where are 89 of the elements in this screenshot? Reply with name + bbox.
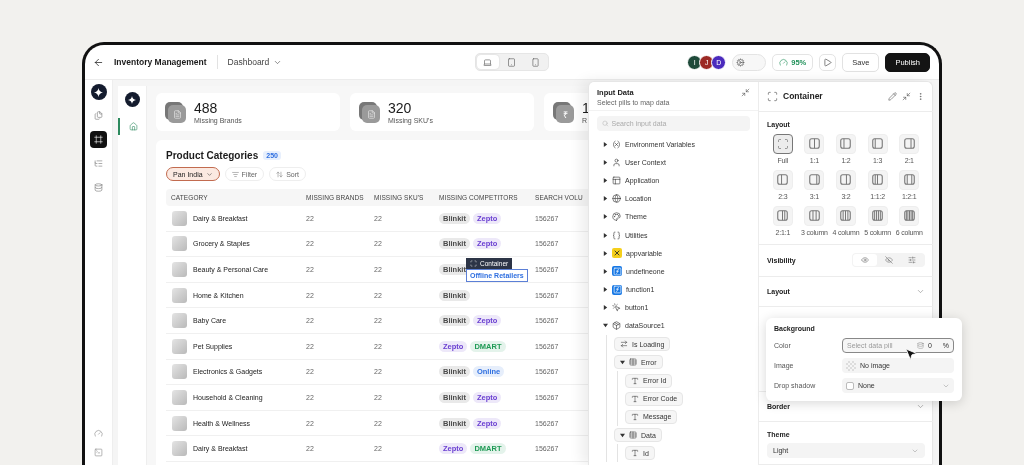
panel-title: Container [783,91,824,102]
checkbox[interactable] [846,381,854,390]
sliders-icon [908,256,917,265]
globe-icon [612,194,621,204]
tablet-icon [507,57,516,67]
photo-placeholder [172,313,187,329]
minimize-icon [902,91,911,101]
device-button[interactable] [476,55,499,69]
terminal-icon [94,448,103,457]
table-icon [629,358,637,367]
search-icon [602,120,609,127]
function-icon [612,284,622,295]
user-icon [612,157,621,167]
play-button[interactable] [819,53,837,71]
stat-value: 320 [388,100,413,115]
photo-placeholder [172,338,187,354]
settings-toggle[interactable] [732,53,767,71]
cube-icon [612,321,621,331]
columns-icon [872,138,884,150]
eye-icon [860,256,869,265]
database-icon [917,342,924,349]
gauge-icon [779,57,789,67]
layout-icon [612,175,621,185]
transparent-swatch-icon [846,360,856,371]
columns-icon [840,210,852,222]
pointer-click-icon [612,303,621,313]
columns-icon [808,174,820,186]
more-icon [916,91,925,101]
stat-value: 488 [194,100,219,115]
variable-x-icon [612,248,622,259]
photo-placeholder [172,389,187,405]
database-icon [94,183,103,192]
columns-icon [903,138,915,150]
columns-icon [872,174,884,186]
columns-icon [840,138,852,150]
rail-button[interactable] [90,131,107,148]
palette-icon [612,212,621,222]
columns-icon [777,174,789,186]
photo-placeholder [172,441,187,457]
text-icon [631,412,639,421]
columns-icon [872,210,884,222]
home-icon [128,122,138,131]
photo-placeholder [172,210,187,226]
app-title: Inventory Management [114,57,207,67]
rupee-symbol: ₹ [562,108,568,121]
pencil-icon [888,91,897,101]
text-icon [631,376,639,385]
phone-icon [531,57,540,67]
table-icon [629,431,637,440]
pages-icon [94,111,103,120]
photo-placeholder [172,287,187,303]
page-dropdown[interactable]: Dashboard [227,57,283,67]
function-icon [612,266,622,277]
logo-icon [90,84,107,100]
minimize-icon [741,88,750,97]
photo-placeholder [172,415,187,431]
photo-placeholder [172,262,187,277]
frame-corners-icon [470,260,477,267]
play-icon [823,57,833,67]
chevron-down-icon [205,170,213,178]
columns-icon [903,174,915,186]
filter-icon [231,170,239,178]
tree-icon [94,159,103,168]
text-icon [631,394,639,403]
cog-icon [736,57,746,67]
text-icon [631,449,639,458]
variable-icon [612,139,621,149]
frame-corners-icon [767,90,778,102]
columns-icon [808,138,820,150]
columns-icon [903,210,915,222]
sort-icon [276,170,284,178]
back-icon [93,56,104,68]
laptop-icon [483,57,492,67]
eye-off-icon [884,256,893,265]
gauge-icon [94,429,103,438]
photo-placeholder [172,236,187,252]
card-title: Product Categories [166,150,259,161]
braces-icon [612,230,621,240]
cursor-icon [904,347,918,361]
arrows-icon [620,340,628,349]
columns-icon [808,210,820,222]
document-icon [362,105,380,123]
photo-placeholder [172,364,187,380]
columns-icon [840,174,852,186]
columns-icon [777,210,789,222]
visibility-option[interactable] [853,254,877,267]
document-icon [168,105,186,123]
logo-icon [124,92,140,107]
frame-icon [94,135,103,144]
